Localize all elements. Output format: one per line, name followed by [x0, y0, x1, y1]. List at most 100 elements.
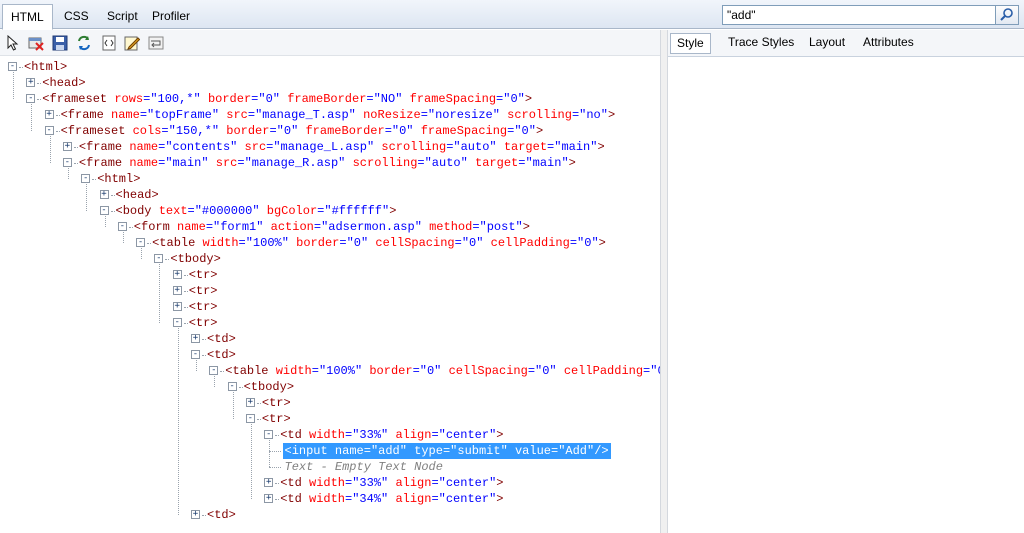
expand-icon[interactable]: +	[264, 494, 274, 503]
collapse-icon[interactable]: -	[264, 430, 274, 439]
expand-icon[interactable]: +	[44, 110, 54, 119]
select-element-icon[interactable]	[5, 35, 21, 51]
tag-name: <td	[207, 348, 229, 362]
collapse-icon[interactable]: -	[81, 174, 91, 183]
collapse-icon[interactable]: -	[209, 366, 219, 375]
tab-css[interactable]: CSS	[56, 4, 97, 29]
tag-close: >	[568, 156, 576, 170]
refresh-icon[interactable]	[76, 35, 92, 51]
attr-name: cellPadding	[490, 236, 570, 250]
node-markup: <td width="33%" align="center">	[278, 427, 505, 443]
attr-name: cellSpacing	[375, 236, 455, 250]
tree-connector	[49, 136, 51, 163]
node-markup: <frame name="main" src="manage_R.asp" sc…	[77, 155, 578, 171]
text-node-label: Text - Empty Text Node	[284, 460, 443, 474]
attr-name: cellSpacing	[448, 364, 528, 378]
tab-layout[interactable]: Layout	[803, 33, 851, 54]
tag-name: <td	[207, 508, 229, 522]
tree-connector	[269, 451, 282, 452]
attr-name: width	[309, 492, 346, 506]
expand-icon[interactable]: +	[245, 398, 255, 407]
collapse-icon[interactable]: -	[44, 126, 54, 135]
expand-icon[interactable]: +	[191, 510, 200, 519]
search-button[interactable]	[995, 5, 1019, 25]
collapse-icon[interactable]: -	[191, 350, 200, 359]
collapse-icon[interactable]: -	[245, 414, 255, 423]
attr-name: frameBorder	[305, 124, 385, 138]
collapse-icon[interactable]: -	[26, 94, 36, 103]
save-icon[interactable]	[52, 35, 68, 51]
attr-value: "0"	[346, 236, 369, 250]
attr-value: "#ffffff"	[324, 204, 390, 218]
attr-equals: =	[311, 364, 319, 378]
clear-browser-cache-icon[interactable]	[28, 35, 44, 51]
attr-name: align	[395, 476, 432, 490]
collapse-icon[interactable]: -	[117, 222, 127, 231]
attr-equals: =	[238, 236, 246, 250]
tree-connector	[250, 424, 252, 499]
tag-close: >	[133, 172, 141, 186]
attr-equals: =	[339, 236, 347, 250]
node-markup: <table width="100%" border="0" cellSpaci…	[223, 363, 660, 379]
attr-name: type	[414, 444, 443, 458]
attr-equals: =	[472, 220, 480, 234]
tag-close: >	[286, 380, 295, 394]
tag-close: >	[78, 76, 86, 90]
attr-name: method	[429, 220, 473, 234]
attr-name: border	[226, 124, 270, 138]
attr-value: "manage_T.asp"	[255, 108, 356, 122]
attr-name: action	[270, 220, 314, 234]
tab-html[interactable]: HTML	[2, 4, 53, 30]
word-wrap-icon[interactable]	[148, 35, 164, 51]
tab-script[interactable]: Script	[99, 4, 146, 29]
attr-equals: =	[363, 444, 371, 458]
expand-icon[interactable]: +	[172, 286, 182, 295]
collapse-icon[interactable]: -	[62, 158, 72, 167]
edit-icon[interactable]	[124, 35, 140, 51]
search-input[interactable]	[722, 5, 996, 25]
attr-equals: =	[420, 108, 428, 122]
tag-close: >	[210, 316, 218, 330]
tag-name: <frameset	[42, 92, 108, 106]
collapse-icon[interactable]: -	[99, 206, 109, 215]
tag-close: >	[524, 92, 533, 106]
collapse-icon[interactable]: -	[8, 62, 17, 71]
attr-name: cellPadding	[563, 364, 644, 378]
tag-close: >	[151, 188, 159, 202]
node-markup: <input name="add" type="submit" value="A…	[282, 443, 611, 459]
attr-equals: =	[247, 108, 256, 122]
attr-name: value	[514, 444, 551, 458]
tag-name: <body	[115, 204, 152, 218]
expand-icon[interactable]: +	[172, 270, 182, 279]
expand-icon[interactable]: +	[191, 334, 200, 343]
expand-icon[interactable]: +	[26, 78, 36, 87]
attr-value: "100%"	[245, 236, 289, 250]
tag-close: >	[283, 396, 291, 410]
expand-icon[interactable]: +	[62, 142, 72, 151]
tag-name: <head	[42, 76, 79, 90]
attr-name: rows	[114, 92, 144, 106]
collapse-icon[interactable]: -	[227, 382, 237, 391]
expand-icon[interactable]: +	[99, 190, 109, 199]
view-source-icon[interactable]	[101, 35, 117, 51]
collapse-icon[interactable]: -	[136, 238, 146, 247]
tab-style[interactable]: Style	[670, 33, 711, 54]
attr-value: "#000000"	[194, 204, 260, 218]
attr-name: align	[395, 492, 432, 506]
node-markup: <td>	[205, 331, 238, 347]
collapse-icon[interactable]: -	[154, 254, 164, 263]
tab-attributes[interactable]: Attributes	[857, 33, 920, 54]
expand-icon[interactable]: +	[172, 302, 182, 311]
tag-name: <head	[115, 188, 152, 202]
attr-value: "manage_R.asp"	[244, 156, 346, 170]
tab-trace-styles[interactable]: Trace Styles	[722, 33, 800, 54]
expand-icon[interactable]: +	[264, 478, 274, 487]
attr-value: "0"	[535, 364, 557, 378]
attr-value: "main"	[525, 156, 569, 170]
tag-name: <html	[24, 60, 61, 74]
attr-value: "form1"	[213, 220, 264, 234]
tag-name: <input	[284, 444, 328, 458]
collapse-icon[interactable]: -	[172, 318, 182, 327]
pane-splitter[interactable]	[660, 30, 668, 533]
tab-profiler[interactable]: Profiler	[144, 4, 198, 29]
